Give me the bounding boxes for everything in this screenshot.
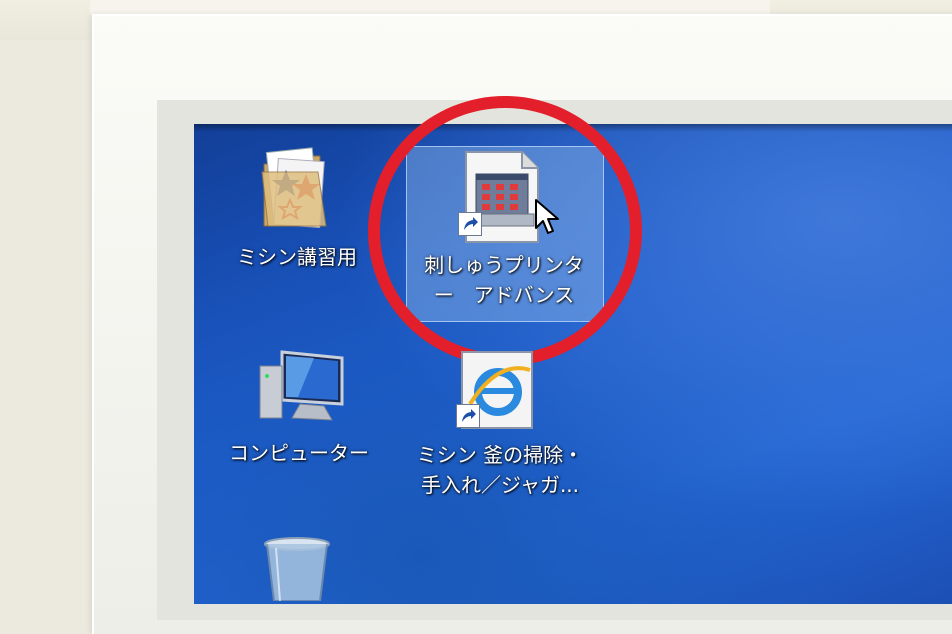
desktop-icon-computer[interactable]: コンピューター xyxy=(214,340,384,480)
computer-icon xyxy=(259,350,344,421)
folder-label: ミシン講習用 xyxy=(237,245,357,269)
wall-panel xyxy=(90,0,770,14)
recycle-bin-icon xyxy=(264,537,330,601)
desktop-icon-folder[interactable]: ミシン講習用 xyxy=(222,140,372,280)
folder-icon xyxy=(261,147,327,229)
highlight-circle xyxy=(368,96,642,366)
computer-label: コンピューター xyxy=(229,441,369,465)
desktop-icon-ie-shortcut[interactable]: ミシン 釜の掃除・ 手入れ／ジャガ... xyxy=(400,350,600,520)
desktop-icon-recycle-bin[interactable] xyxy=(250,530,350,601)
ie-shortcut-label: ミシン 釜の掃除・ 手入れ／ジャガ... xyxy=(416,443,584,497)
shortcut-arrow-icon xyxy=(456,404,480,428)
